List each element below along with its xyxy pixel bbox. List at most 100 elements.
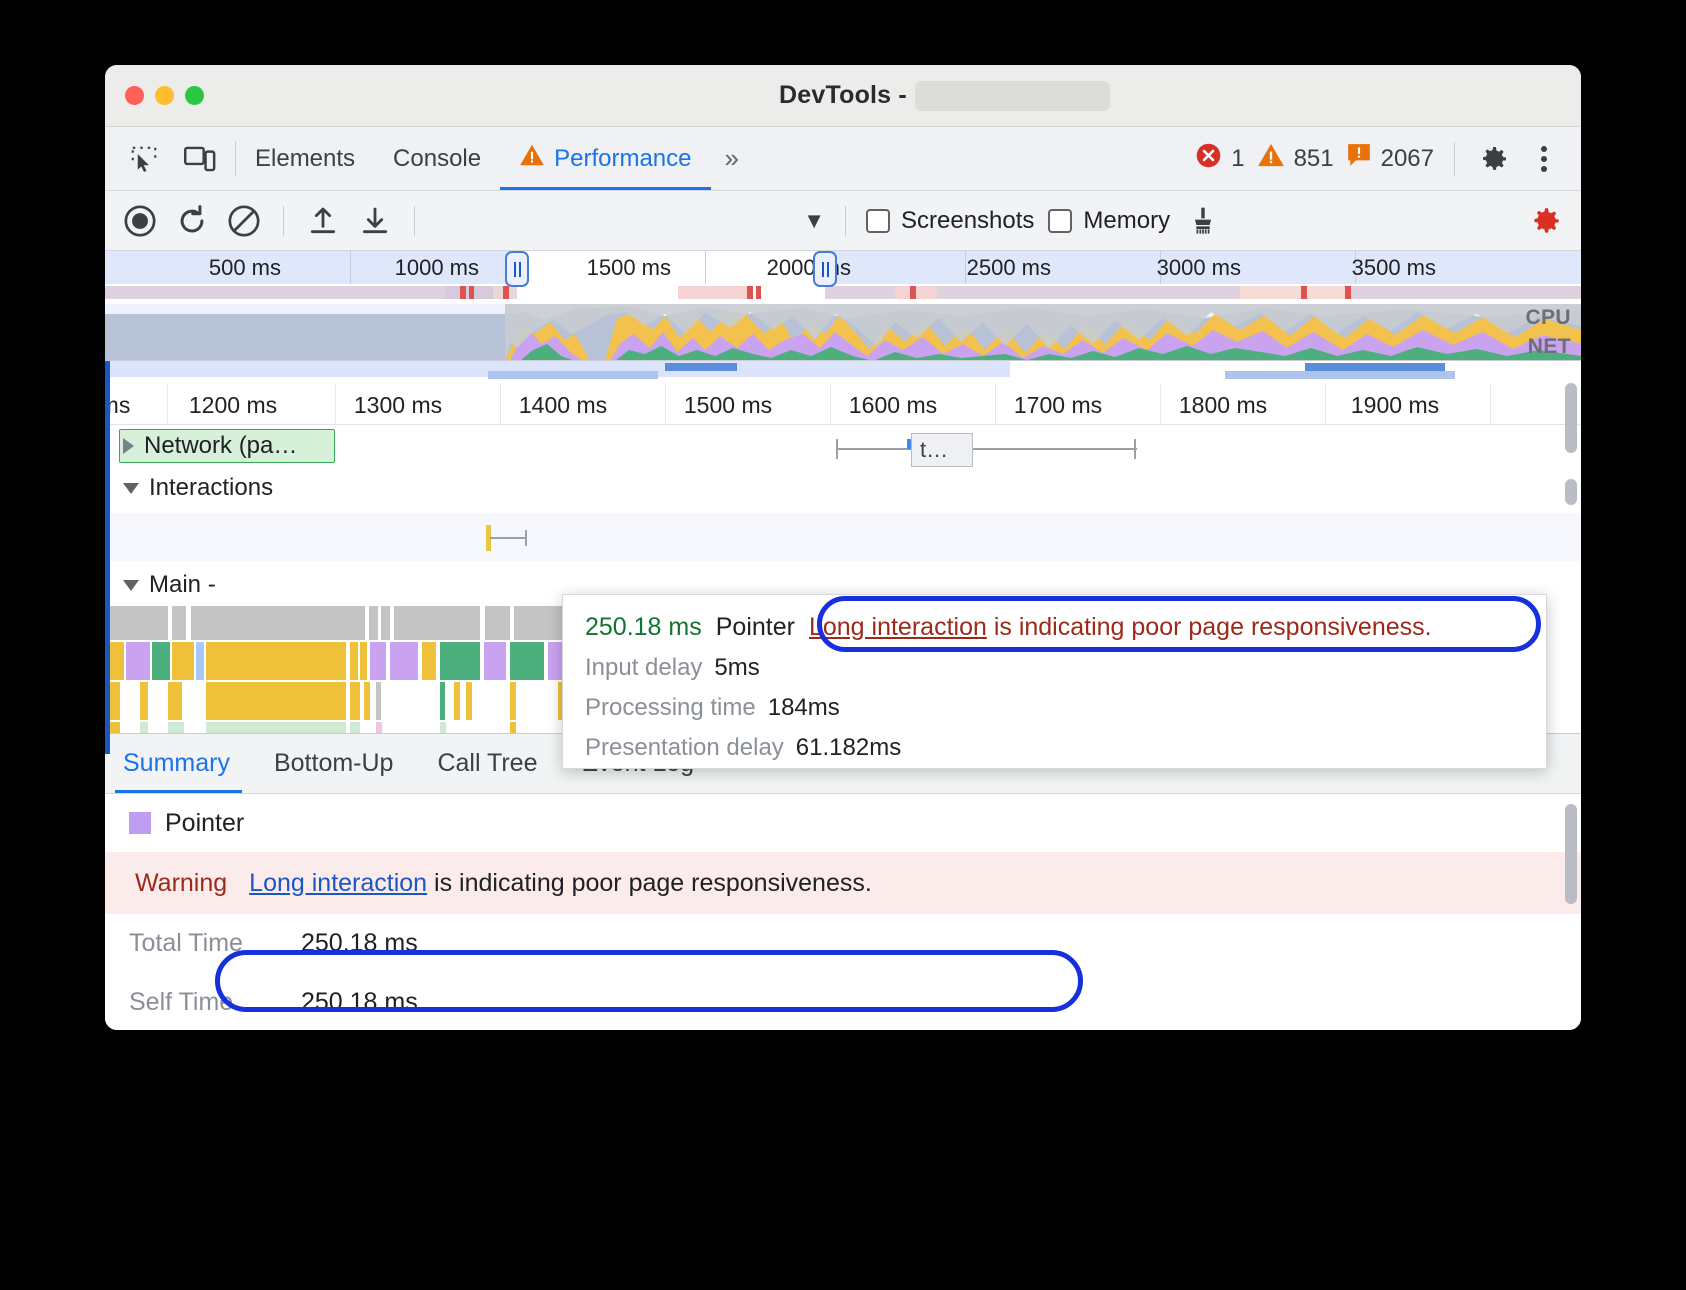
tab-strip-status: 1 851 2067 [1195,127,1581,190]
tab-performance-label: Performance [554,145,691,173]
summary-warning-row: Warning Long interaction is indicating p… [105,852,1581,914]
flame-ruler-tick-4: 1600 ms [849,392,937,419]
track-network-header[interactable]: Network (pa… [105,425,1581,467]
details-drawer: Summary Bottom-Up Call Tree Event Log Po… [105,733,1581,1030]
short-interaction-entry[interactable] [484,523,530,558]
summary-warning-link[interactable]: Long interaction [249,869,427,897]
chevron-right-icon[interactable] [123,438,134,454]
toolbar-divider-3 [845,206,846,236]
tooltip-warning: Long interaction is indicating poor page… [809,613,1432,642]
tab-console-label: Console [393,145,481,173]
tab-call-tree[interactable]: Call Tree [415,734,559,793]
inspect-element-icon[interactable] [125,140,163,178]
tab-bottom-up[interactable]: Bottom-Up [252,734,415,793]
tooltip-metric-key-2: Presentation delay [585,734,784,762]
warning-triangle-icon [519,143,545,174]
flame-ruler-tick-1: 1300 ms [354,392,442,419]
network-minimap-strip [105,361,1581,383]
issue-icon [1346,142,1372,175]
tooltip-duration: 250.18 ms [585,613,702,642]
devtools-window: DevTools - Elements Console [105,65,1581,1030]
summary-total-time-key: Total Time [129,929,277,958]
error-icon [1195,142,1222,176]
chevron-down-icon: ▼ [803,208,825,234]
recording-selector[interactable]: ▼ [435,204,825,238]
device-toolbar-icon[interactable] [181,140,219,178]
drawer-scrollbar[interactable] [1565,804,1577,904]
window-title: DevTools - [105,81,1581,110]
flame-ruler-tick-7: 1900 ms [1351,392,1439,419]
error-counter[interactable]: 1 [1195,142,1244,176]
upload-profile-icon[interactable] [304,202,342,240]
summary-warning-label: Warning [135,869,227,898]
toolbar-divider-1 [283,206,284,236]
flame-ruler-tick-5: 1700 ms [1014,392,1102,419]
tooltip-metric-value-2: 61.182ms [796,734,901,762]
tab-elements[interactable]: Elements [236,127,374,190]
clear-recording-icon[interactable] [225,202,263,240]
summary-event-row: Pointer [105,794,1581,852]
tab-performance[interactable]: Performance [500,127,710,190]
more-tabs-icon[interactable]: » [711,127,753,190]
issue-counter[interactable]: 2067 [1346,142,1434,175]
chevron-down-icon[interactable] [123,483,139,494]
window-resize-handle-left[interactable] [505,251,529,287]
window-resize-handle-right[interactable] [813,251,837,287]
overview-ruler[interactable]: 500 ms 1000 ms 1500 ms 2000 ms 2500 ms 3… [105,251,1581,284]
tooltip-header: 250.18 ms Pointer Long interaction is in… [585,613,1524,642]
warning-counter[interactable]: 851 [1257,142,1334,175]
devtools-tab-strip: Elements Console Performance » 1 85 [105,127,1581,191]
tab-elements-label: Elements [255,145,355,173]
tab-summary[interactable]: Summary [105,734,252,793]
interactions-lane[interactable] [110,513,1581,561]
tooltip-warning-link[interactable]: Long interaction [809,613,987,641]
tooltip-metric-value-0: 5ms [714,654,759,682]
summary-self-time-key: Self Time [129,988,277,1017]
memory-checkbox[interactable]: Memory [1048,207,1170,235]
summary-self-time-value: 250.18 ms [301,988,418,1017]
tab-console[interactable]: Console [374,127,500,190]
flame-ruler-tick-0: 1200 ms [189,392,277,419]
track-interactions[interactable]: Interactions [105,467,1581,509]
capture-settings-gear-icon[interactable] [1527,202,1565,240]
timeline-overview[interactable]: 500 ms 1000 ms 1500 ms 2000 ms 2500 ms 3… [105,251,1581,361]
track-network-label: Network (pa… [144,432,297,460]
tab-bottom-up-label: Bottom-Up [274,749,393,778]
track-interactions-header[interactable]: Interactions [105,467,1581,509]
record-icon[interactable] [121,202,159,240]
flame-chart-ruler[interactable]: ms 1200 ms 1300 ms 1400 ms 1500 ms 1600 … [105,383,1581,425]
track-network[interactable]: Network (pa… t… [105,425,1581,467]
title-bar: DevTools - [105,65,1581,127]
summary-warning-message: Long interaction is indicating poor page… [249,869,872,898]
window-title-field [915,81,1110,111]
screenshots-checkbox[interactable]: Screenshots [866,207,1034,235]
track-main-label: Main - [149,571,216,599]
screenshots-label: Screenshots [901,207,1034,235]
download-profile-icon[interactable] [356,202,394,240]
overview-cpu-graph: CPU NET [105,304,1581,361]
tab-summary-label: Summary [123,749,230,778]
memory-checkbox-box [1048,209,1072,233]
overview-cpu-label: CPU [1525,306,1571,330]
reload-and-record-icon[interactable] [173,202,211,240]
kebab-menu-icon[interactable] [1525,140,1563,178]
collect-garbage-icon[interactable] [1184,202,1222,240]
status-divider [1454,142,1455,176]
selection-edge-left [105,361,110,754]
tooltip-metric-processing-time: Processing time 184ms [585,694,1524,722]
gear-icon[interactable] [1475,140,1513,178]
chevron-down-icon[interactable] [123,580,139,591]
warning-count: 851 [1294,145,1334,173]
error-count: 1 [1231,145,1244,173]
performance-toolbar: ▼ Screenshots Memory [105,191,1581,251]
tab-strip-icons [105,127,235,190]
summary-self-time-row: Self Time 250.18 ms [105,973,1581,1030]
summary-content: Pointer Warning Long interaction is indi… [105,794,1581,1030]
overview-network-strip [105,284,1581,304]
memory-label: Memory [1083,207,1170,235]
overview-tick-4: 2500 ms [967,255,1060,281]
screenshots-checkbox-box [866,209,890,233]
overview-tick-0: 500 ms [209,255,290,281]
overview-net-label: NET [1528,335,1571,359]
overview-tick-5: 3000 ms [1157,255,1250,281]
